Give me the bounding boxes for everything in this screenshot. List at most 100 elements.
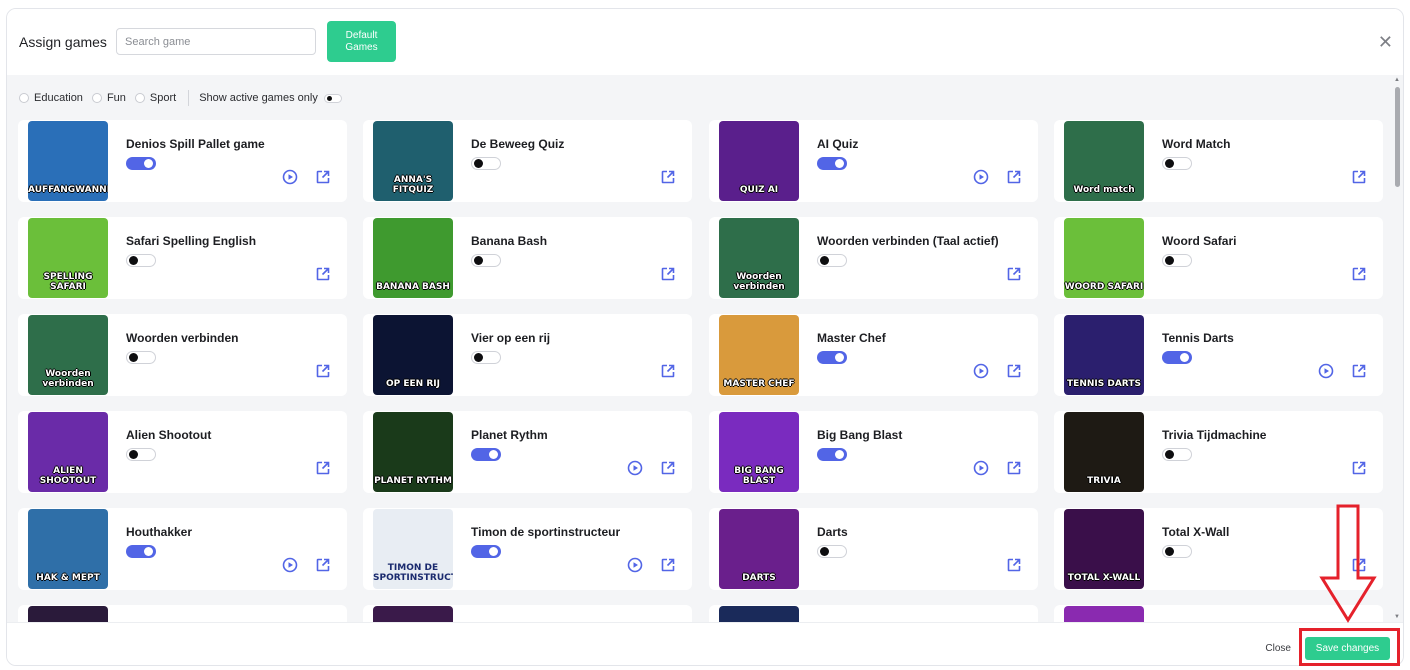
- game-active-toggle[interactable]: [471, 351, 501, 364]
- game-active-toggle[interactable]: [471, 157, 501, 170]
- game-thumbnail: HAK & MEPT: [28, 509, 108, 589]
- game-name: Planet Rythm: [471, 428, 548, 442]
- game-active-toggle[interactable]: [471, 448, 501, 461]
- scroll-up-icon[interactable]: ▲: [1394, 77, 1400, 83]
- scroll-down-icon[interactable]: ▼: [1394, 614, 1400, 620]
- external-link-icon[interactable]: [1006, 169, 1022, 185]
- annotation-highlight-box: [1299, 628, 1400, 666]
- thumbnail-label: Word match: [1073, 185, 1135, 195]
- filter-sport[interactable]: Sport: [134, 92, 176, 104]
- thumbnail-label: PLANET RYTHM: [374, 476, 452, 486]
- external-link-icon[interactable]: [660, 363, 676, 379]
- game-name: Woorden verbinden (Taal actief): [817, 234, 999, 248]
- game-thumbnail: WOORD SAFARI: [1064, 218, 1144, 298]
- modal-footer: Close Save changes: [7, 622, 1403, 665]
- active-only-toggle[interactable]: [323, 93, 342, 103]
- game-active-toggle[interactable]: [471, 545, 501, 558]
- search-input[interactable]: [116, 28, 316, 55]
- play-icon[interactable]: [627, 460, 643, 476]
- game-thumbnail: TENNIS DARTS: [1064, 315, 1144, 395]
- scroll-thumb[interactable]: [1395, 87, 1400, 187]
- game-card: ANNA'S FITQUIZ De Beweeg Quiz: [363, 120, 692, 202]
- game-name: AI Quiz: [817, 137, 859, 151]
- game-active-toggle[interactable]: [817, 157, 847, 170]
- external-link-icon[interactable]: [660, 266, 676, 282]
- game-card-partial: [18, 605, 347, 622]
- game-name: Big Bang Blast: [817, 428, 903, 442]
- external-link-icon[interactable]: [315, 557, 331, 573]
- game-name: Woord Safari: [1162, 234, 1237, 248]
- game-name: Word Match: [1162, 137, 1231, 151]
- thumbnail-label: TOTAL X-WALL: [1067, 573, 1141, 583]
- external-link-icon[interactable]: [1351, 169, 1367, 185]
- game-active-toggle[interactable]: [817, 254, 847, 267]
- game-active-toggle[interactable]: [126, 254, 156, 267]
- radio-icon: [134, 93, 145, 103]
- thumbnail-label: HAK & MEPT: [36, 573, 100, 583]
- play-icon[interactable]: [1318, 363, 1334, 379]
- game-active-toggle[interactable]: [817, 351, 847, 364]
- game-active-toggle[interactable]: [817, 545, 847, 558]
- play-icon[interactable]: [282, 557, 298, 573]
- game-card-partial: [709, 605, 1038, 622]
- game-active-toggle[interactable]: [126, 448, 156, 461]
- game-active-toggle[interactable]: [1162, 157, 1192, 170]
- game-thumbnail: SPELLING SAFARI: [28, 218, 108, 298]
- game-thumbnail: Word match: [1064, 121, 1144, 201]
- game-thumbnail: MASTER CHEF: [719, 315, 799, 395]
- close-icon[interactable]: ✕: [1378, 33, 1393, 51]
- close-button[interactable]: Close: [1265, 643, 1291, 654]
- external-link-icon[interactable]: [315, 266, 331, 282]
- game-thumbnail: QUIZ AI: [719, 121, 799, 201]
- modal-header: Assign games Default Games ✕: [7, 9, 1403, 75]
- thumbnail-label: SPELLING SAFARI: [43, 272, 93, 292]
- game-thumbnail: TOTAL X-WALL: [1064, 509, 1144, 589]
- game-active-toggle[interactable]: [1162, 545, 1192, 558]
- game-active-toggle[interactable]: [126, 545, 156, 558]
- game-card: MASTER CHEF Master Chef: [709, 314, 1038, 396]
- external-link-icon[interactable]: [660, 557, 676, 573]
- play-icon[interactable]: [973, 169, 989, 185]
- external-link-icon[interactable]: [1351, 363, 1367, 379]
- game-active-toggle[interactable]: [1162, 351, 1192, 364]
- play-icon[interactable]: [282, 169, 298, 185]
- external-link-icon[interactable]: [660, 460, 676, 476]
- thumbnail-label: WOORD SAFARI: [1064, 282, 1144, 292]
- radio-icon: [19, 93, 29, 103]
- external-link-icon[interactable]: [1351, 460, 1367, 476]
- game-active-toggle[interactable]: [817, 448, 847, 461]
- external-link-icon[interactable]: [1351, 266, 1367, 282]
- thumbnail-label: BIG BANG BLAST: [734, 466, 784, 486]
- play-icon[interactable]: [627, 557, 643, 573]
- external-link-icon[interactable]: [1006, 266, 1022, 282]
- game-active-toggle[interactable]: [126, 351, 156, 364]
- filter-divider: [188, 90, 190, 106]
- thumbnail-label: Woorden verbinden: [42, 369, 94, 389]
- game-active-toggle[interactable]: [471, 254, 501, 267]
- thumbnail-label: TRIVIA: [1087, 476, 1121, 486]
- game-card-partial: [363, 605, 692, 622]
- external-link-icon[interactable]: [315, 169, 331, 185]
- play-icon[interactable]: [973, 363, 989, 379]
- filter-fun[interactable]: Fun: [91, 92, 126, 104]
- external-link-icon[interactable]: [315, 363, 331, 379]
- game-active-toggle[interactable]: [1162, 448, 1192, 461]
- game-card: QUIZ AI AI Quiz: [709, 120, 1038, 202]
- game-thumbnail: ANNA'S FITQUIZ: [373, 121, 453, 201]
- game-thumbnail: Woorden verbinden: [28, 315, 108, 395]
- external-link-icon[interactable]: [315, 460, 331, 476]
- external-link-icon[interactable]: [1006, 460, 1022, 476]
- game-thumbnail: [28, 606, 108, 622]
- scrollbar[interactable]: ▲ ▼: [1393, 75, 1401, 622]
- external-link-icon[interactable]: [660, 169, 676, 185]
- game-card: Woorden verbinden Woorden verbinden: [18, 314, 347, 396]
- external-link-icon[interactable]: [1006, 363, 1022, 379]
- game-card: Word match Word Match: [1054, 120, 1383, 202]
- default-games-button[interactable]: Default Games: [327, 21, 396, 62]
- external-link-icon[interactable]: [1006, 557, 1022, 573]
- game-active-toggle[interactable]: [1162, 254, 1192, 267]
- thumbnail-label: AUFFANGWANNE: [28, 185, 108, 195]
- game-active-toggle[interactable]: [126, 157, 156, 170]
- filter-education[interactable]: Education: [19, 92, 83, 104]
- play-icon[interactable]: [973, 460, 989, 476]
